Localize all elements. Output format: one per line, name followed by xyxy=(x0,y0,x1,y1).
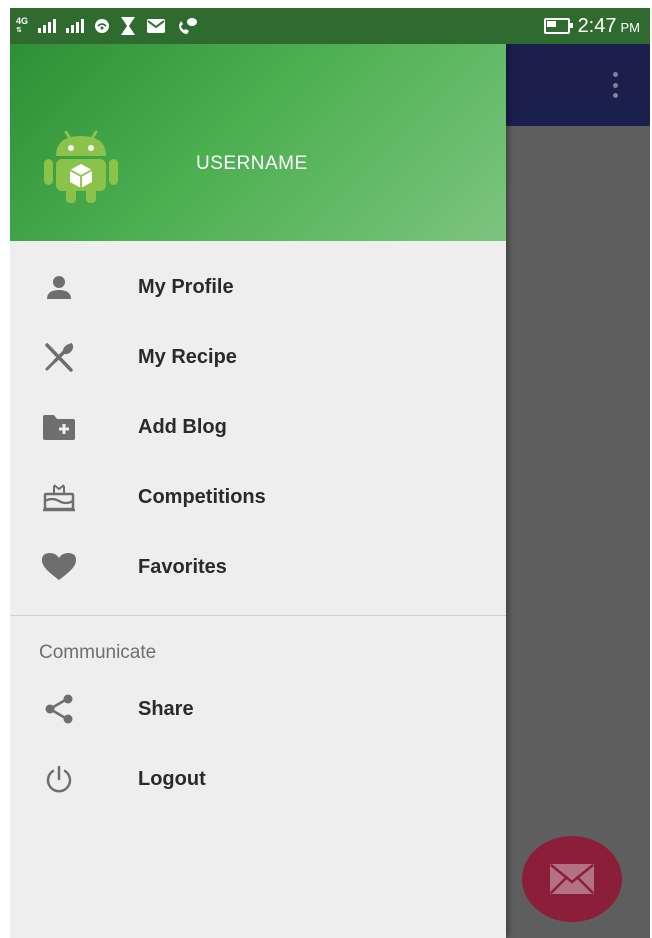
network-type: 4G ⇅ xyxy=(16,16,29,35)
menu-item-label: Competitions xyxy=(138,485,266,508)
main-menu: My Profile My Recipe Add Blog Competitio… xyxy=(10,252,506,602)
overflow-menu-icon[interactable] xyxy=(610,72,620,98)
menu-item-my-recipe[interactable]: My Recipe xyxy=(10,322,506,392)
menu-item-label: My Recipe xyxy=(138,345,237,368)
signal-icon xyxy=(38,19,57,33)
folder-plus-icon xyxy=(40,409,78,445)
menu-item-label: Logout xyxy=(138,767,206,790)
hourglass-icon xyxy=(121,17,136,35)
menu-item-label: Favorites xyxy=(138,555,227,578)
cake-icon xyxy=(40,479,78,515)
communicate-menu: Share Logout xyxy=(10,674,506,814)
status-bar: 4G ⇅ 2:47 PM xyxy=(10,8,650,44)
main-menu-section: My Profile My Recipe Add Blog Competitio… xyxy=(10,241,506,602)
mail-icon xyxy=(147,19,166,33)
status-icons: 4G ⇅ xyxy=(16,16,198,36)
menu-item-competitions[interactable]: Competitions xyxy=(10,462,506,532)
menu-item-label: Share xyxy=(138,697,194,720)
section-title-communicate: Communicate xyxy=(39,642,157,663)
power-icon xyxy=(40,761,78,797)
android-avatar-icon xyxy=(44,130,118,203)
menu-item-my-profile[interactable]: My Profile xyxy=(10,252,506,322)
wifi-icon xyxy=(95,19,110,33)
person-icon xyxy=(40,269,78,305)
menu-item-label: My Profile xyxy=(138,275,234,298)
communicate-section: Communicate Share Logout xyxy=(10,616,506,814)
menu-item-logout[interactable]: Logout xyxy=(10,744,506,814)
signal-2-icon xyxy=(66,19,85,33)
heart-icon xyxy=(40,549,78,585)
menu-item-favorites[interactable]: Favorites xyxy=(10,532,506,602)
menu-item-share[interactable]: Share xyxy=(10,674,506,744)
navigation-drawer: USERNAME My Profile My Recipe Add Blog C… xyxy=(10,44,506,938)
envelope-icon xyxy=(550,864,594,894)
phone-screen: 4G ⇅ 2:47 PM USERNAME My Profile My Reci… xyxy=(10,8,650,938)
status-right: 2:47 PM xyxy=(543,14,640,38)
drawer-header: USERNAME xyxy=(10,44,506,241)
menu-item-label: Add Blog xyxy=(138,415,227,438)
battery-icon xyxy=(543,18,573,34)
utensils-icon xyxy=(40,339,78,375)
compose-mail-button[interactable] xyxy=(522,836,622,922)
clock: 2:47 PM xyxy=(577,14,640,37)
menu-item-add-blog[interactable]: Add Blog xyxy=(10,392,506,462)
missed-call-icon xyxy=(179,18,198,34)
share-icon xyxy=(40,691,78,727)
username: USERNAME xyxy=(196,153,308,174)
